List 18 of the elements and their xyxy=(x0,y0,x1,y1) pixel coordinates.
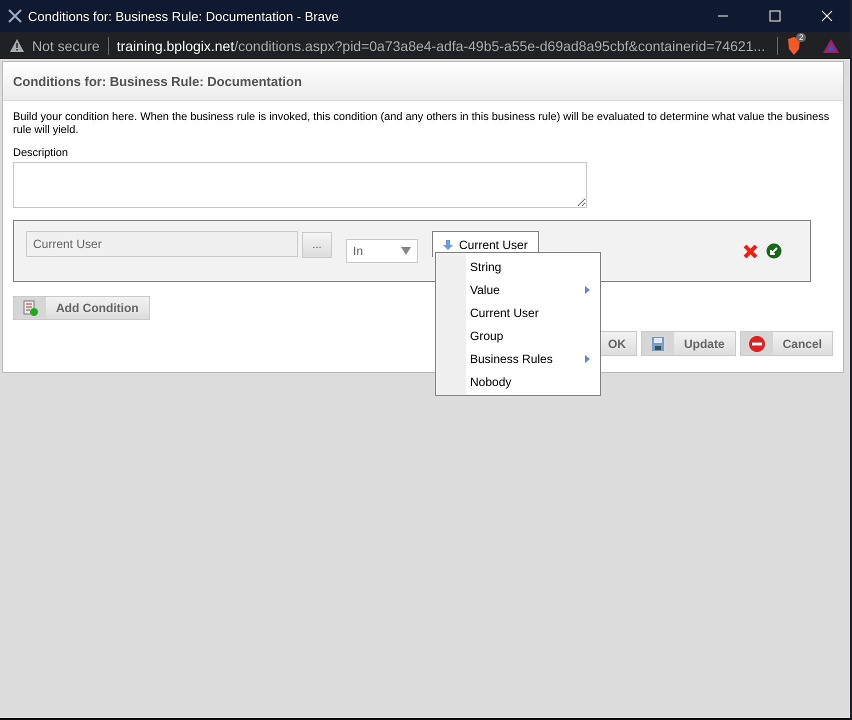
add-condition-button[interactable]: Add Condition xyxy=(13,296,150,320)
operator-select[interactable]: In xyxy=(346,239,418,263)
url-text[interactable]: training.bplogix.net/conditions.aspx?pid=0a73a8e4-adfa-49b5-a55e-d69ad8a95cbf&containerid=74621... xyxy=(116,38,769,54)
security-status[interactable]: Not secure xyxy=(32,38,100,54)
browse-button[interactable]: ... xyxy=(302,232,332,258)
menu-item[interactable]: Group xyxy=(436,324,600,347)
description-label: Description xyxy=(13,147,70,159)
count-badge: 2 xyxy=(796,32,806,42)
intro-text: Build your condition here. When the business rule is invoked, this condition (and any others in this business rule) will be evaluated to determine what value the business rule will yield. xyxy=(13,111,830,137)
update-button[interactable]: Update xyxy=(640,331,736,356)
menu-item[interactable]: Business Rules xyxy=(436,347,600,370)
menu-item[interactable]: Nobody xyxy=(436,370,600,393)
menu-item[interactable]: Value xyxy=(436,278,600,301)
menu-item[interactable]: String xyxy=(436,255,600,278)
window-title: Conditions for: Business Rule: Documentation - Brave xyxy=(28,8,340,24)
cancel-button[interactable]: Cancel xyxy=(740,331,833,356)
menu-item[interactable]: Current User xyxy=(436,301,600,324)
left-value-field[interactable]: Current User xyxy=(26,231,298,257)
